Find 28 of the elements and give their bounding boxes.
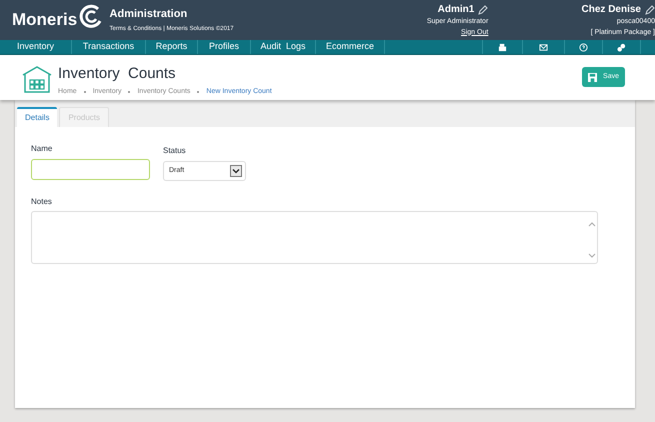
status-label: Status (163, 145, 187, 157)
nav-item[interactable]: Reports (146, 40, 198, 54)
chevron-down-icon (230, 165, 242, 177)
notes-field[interactable] (31, 211, 598, 264)
help-icon (579, 42, 588, 52)
breadcrumb-separator (197, 91, 200, 94)
breadcrumb-separator (84, 91, 86, 94)
nav-item[interactable]: Transactions (72, 40, 146, 54)
page-title: Inventory Counts (58, 65, 177, 83)
edit-icon[interactable] (645, 4, 655, 14)
store-name: Chez Denise (582, 3, 641, 17)
nav-item[interactable]: Inventory (0, 40, 72, 54)
logo-text: Moneris (12, 9, 78, 32)
name-field[interactable] (31, 159, 150, 180)
name-label: Name (31, 143, 54, 155)
tab[interactable]: Details (17, 107, 58, 127)
nav-item[interactable]: Ecommerce (316, 40, 385, 54)
nav-item[interactable]: Audit Logs (251, 40, 316, 54)
nav-item[interactable]: Profiles (198, 40, 251, 54)
logo-icon (78, 4, 104, 30)
warehouse-icon (22, 65, 52, 93)
user-name: Admin1 (438, 3, 474, 17)
scrollbar-arrows-icon (588, 220, 596, 260)
app-title: Administration (110, 7, 188, 22)
edit-icon[interactable] (478, 4, 488, 14)
mail-icon (539, 42, 548, 52)
notes-label: Notes (31, 196, 53, 208)
breadcrumb-separator (128, 91, 130, 94)
